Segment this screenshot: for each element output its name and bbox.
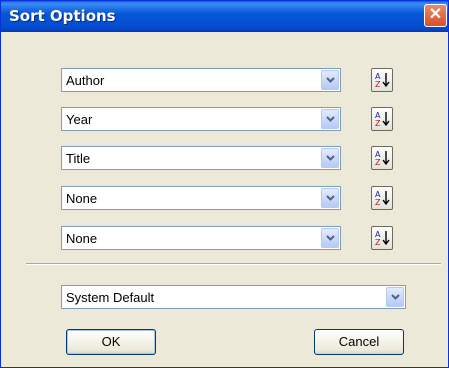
sort-direction-button-3[interactable]: A Z (371, 146, 393, 170)
separator-line (26, 263, 441, 265)
sort-field-value-2: Year (66, 112, 93, 127)
sort-options-dialog: Sort Options ✕ Author A Z Year A Z Title… (0, 0, 449, 368)
svg-text:Z: Z (375, 119, 381, 127)
chevron-down-icon[interactable] (321, 188, 339, 208)
sort-az-icon: A Z (375, 230, 390, 246)
svg-text:Z: Z (375, 80, 381, 88)
sort-field-select-4[interactable]: None (61, 186, 341, 210)
locale-value: System Default (66, 290, 155, 305)
svg-text:Z: Z (375, 158, 381, 166)
sort-az-icon: A Z (375, 111, 390, 127)
sort-az-icon: A Z (375, 150, 390, 166)
cancel-button[interactable]: Cancel (314, 329, 404, 355)
sort-field-select-3[interactable]: Title (61, 146, 341, 170)
sort-field-select-2[interactable]: Year (61, 107, 341, 131)
ok-button[interactable]: OK (66, 329, 156, 355)
sort-direction-button-4[interactable]: A Z (371, 186, 393, 210)
sort-direction-button-1[interactable]: A Z (371, 68, 393, 92)
close-button[interactable]: ✕ (424, 4, 447, 27)
sort-field-select-1[interactable]: Author (61, 68, 341, 92)
chevron-down-icon[interactable] (321, 148, 339, 168)
svg-text:Z: Z (375, 198, 381, 206)
sort-field-value-4: None (66, 191, 98, 206)
chevron-down-icon[interactable] (321, 70, 339, 90)
chevron-down-icon[interactable] (386, 287, 404, 307)
sort-az-icon: A Z (375, 72, 390, 88)
sort-field-value-3: Title (66, 151, 91, 166)
sort-direction-button-2[interactable]: A Z (371, 107, 393, 131)
dialog-body: Author A Z Year A Z Title A Z None A Z N… (4, 32, 445, 366)
sort-field-select-5[interactable]: None (61, 226, 341, 250)
title-bar[interactable]: Sort Options ✕ (1, 1, 448, 32)
sort-field-value-1: Author (66, 73, 105, 88)
sort-az-icon: A Z (375, 190, 390, 206)
close-icon: ✕ (428, 6, 443, 23)
chevron-down-icon[interactable] (321, 228, 339, 248)
sort-field-value-5: None (66, 231, 98, 246)
dialog-title: Sort Options (9, 7, 116, 25)
svg-text:Z: Z (375, 238, 381, 246)
sort-direction-button-5[interactable]: A Z (371, 226, 393, 250)
locale-select[interactable]: System Default (61, 285, 406, 309)
chevron-down-icon[interactable] (321, 109, 339, 129)
